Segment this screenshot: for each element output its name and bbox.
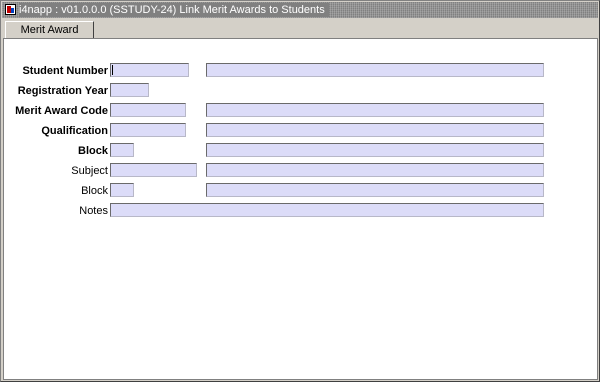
subject-block-label: Block (81, 185, 108, 197)
merit-award-code-input[interactable] (110, 103, 186, 117)
subject-block-input[interactable] (110, 183, 134, 197)
subject-label: Subject (71, 165, 108, 177)
notes-label: Notes (79, 205, 108, 217)
block-input[interactable] (110, 143, 134, 157)
subject-description-display[interactable] (206, 163, 544, 177)
app-window: i4napp : v01.0.0.0 (SSTUDY-24) Link Meri… (0, 0, 600, 382)
block-description-display[interactable] (206, 143, 544, 157)
registration-year-input[interactable] (110, 83, 149, 97)
subject-input[interactable] (110, 163, 197, 177)
student-number-label: Student Number (22, 65, 108, 77)
subject-block-description-display[interactable] (206, 183, 544, 197)
notes-input[interactable] (110, 203, 544, 217)
qualification-label: Qualification (41, 125, 108, 137)
text-cursor (112, 65, 113, 75)
window-title: i4napp : v01.0.0.0 (SSTUDY-24) Link Meri… (19, 3, 329, 17)
merit-award-description-display[interactable] (206, 103, 544, 117)
qualification-description-display[interactable] (206, 123, 544, 137)
app-window-icon[interactable] (5, 4, 16, 15)
student-name-display[interactable] (206, 63, 544, 77)
tab-merit-award-detail[interactable]: Merit Award Detail (5, 21, 94, 52)
merit-award-code-label: Merit Award Code (15, 105, 108, 117)
title-bar[interactable]: i4napp : v01.0.0.0 (SSTUDY-24) Link Meri… (2, 2, 598, 18)
registration-year-label: Registration Year (17, 85, 108, 97)
student-number-input[interactable] (110, 63, 189, 77)
block-label: Block (78, 145, 108, 157)
qualification-input[interactable] (110, 123, 186, 137)
